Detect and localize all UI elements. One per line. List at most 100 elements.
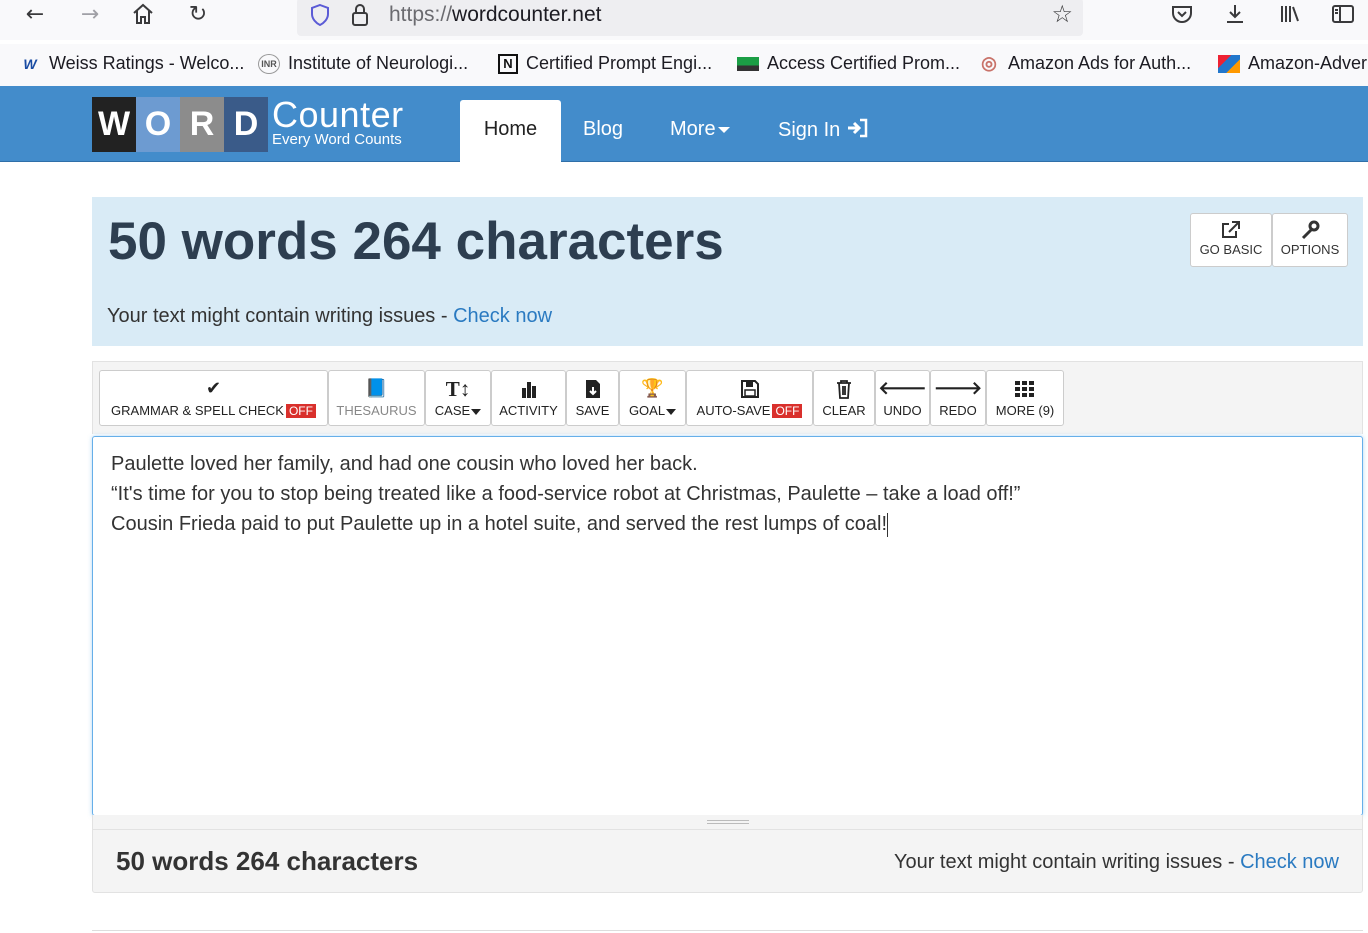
logo-text[interactable]: Counter Every Word Counts: [272, 94, 404, 148]
resize-handle[interactable]: [92, 815, 1363, 829]
bottom-check-now-link[interactable]: Check now: [1240, 851, 1339, 873]
bookmark-star-icon[interactable]: ☆: [1051, 0, 1073, 28]
checkmark-icon: ✔: [205, 378, 222, 399]
auto-save-label: AUTO-SAVE: [696, 403, 771, 418]
bookmark-amazon-adver[interactable]: Amazon-Adver: [1218, 53, 1367, 74]
thesaurus-button[interactable]: 📘 THESAURUS: [328, 370, 425, 426]
logo[interactable]: W O R D: [92, 97, 268, 152]
check-now-link[interactable]: Check now: [453, 305, 552, 327]
bottom-writing-issues: Your text might contain writing issues -…: [894, 851, 1339, 874]
nav-more[interactable]: More: [670, 118, 730, 141]
book-icon: 📘: [365, 378, 388, 399]
text-editor[interactable]: Paulette loved her family, and had one c…: [92, 436, 1363, 816]
lock-icon[interactable]: [351, 3, 369, 27]
bookmark-weiss[interactable]: W Weiss Ratings - Welco...: [19, 53, 244, 74]
more-tools-button[interactable]: MORE (9): [986, 370, 1064, 426]
reload-icon[interactable]: ↻: [185, 2, 211, 28]
bookmark-label: Institute of Neurologi...: [288, 53, 469, 73]
green-flag-icon: [737, 54, 759, 74]
browser-toolbar: ← → ↻ https://wordcounter.net ☆: [0, 0, 1368, 40]
logo-counter-text: Counter: [272, 94, 404, 135]
file-download-icon: [585, 380, 600, 398]
bottom-issues-label: Your text might contain writing issues -: [893, 851, 1241, 873]
library-icon[interactable]: [1277, 2, 1303, 28]
editor-line: Cousin Frieda paid to put Paulette up in…: [111, 513, 888, 535]
grid-icon: [1015, 381, 1034, 397]
bookmark-label: Amazon Ads for Auth...: [1008, 53, 1192, 73]
bottom-status-bar: 50 words 264 characters Your text might …: [92, 829, 1363, 893]
bookmark-label: Access Certified Prom...: [767, 53, 961, 73]
case-label: CASE: [434, 403, 471, 418]
pocket-icon[interactable]: [1169, 2, 1195, 28]
wrench-icon: [1301, 220, 1320, 240]
editor-toolbar: ✔ GRAMMAR & SPELL CHECK OFF 📘 THESAURUS T…: [92, 361, 1363, 434]
inr-icon: INR: [258, 53, 280, 74]
bar-chart-icon: [521, 382, 536, 398]
back-arrow-icon[interactable]: ←: [22, 2, 48, 28]
nav-signin[interactable]: Sign In: [778, 118, 868, 142]
bookmark-label: Amazon-Adver: [1248, 53, 1368, 73]
bookmark-label: Weiss Ratings - Welco...: [49, 53, 245, 73]
sign-in-icon: [847, 118, 868, 138]
trophy-icon: 🏆: [641, 378, 664, 399]
bottom-word-count: 50 words 264 characters: [116, 846, 419, 876]
activity-button[interactable]: ACTIVITY: [491, 370, 566, 426]
redo-button[interactable]: 🡒 REDO: [930, 370, 986, 426]
bookmark-neurology[interactable]: INR Institute of Neurologi...: [258, 53, 468, 74]
colorful-icon: [1218, 54, 1240, 74]
chevron-down-icon: [717, 126, 730, 133]
go-basic-button[interactable]: GO BASIC: [1190, 213, 1272, 267]
grip-icon: [707, 820, 749, 824]
nav-blog[interactable]: Blog: [583, 118, 623, 141]
editor-line: “It's time for you to stop being treated…: [111, 483, 1021, 505]
options-label: OPTIONS: [1280, 242, 1340, 257]
logo-letter: D: [224, 97, 268, 152]
trash-icon: [837, 380, 851, 399]
chevron-down-icon: [666, 408, 677, 415]
go-basic-label: GO BASIC: [1199, 242, 1263, 257]
goal-button[interactable]: 🏆 GOAL: [619, 370, 686, 426]
save-label: SAVE: [575, 403, 610, 418]
sidebar-icon[interactable]: [1330, 2, 1356, 28]
logo-tagline: Every Word Counts: [272, 131, 402, 148]
nav-home[interactable]: Home: [460, 100, 561, 162]
thesaurus-label: THESAURUS: [336, 403, 417, 418]
grammar-check-button[interactable]: ✔ GRAMMAR & SPELL CHECK OFF: [99, 370, 328, 426]
auto-save-button[interactable]: AUTO-SAVE OFF: [686, 370, 813, 426]
bookmark-amazon-ads[interactable]: ◎ Amazon Ads for Auth...: [978, 53, 1191, 74]
goal-label: GOAL: [628, 403, 666, 418]
wr-icon: W: [23, 55, 37, 72]
divider: [92, 930, 1363, 931]
undo-button[interactable]: 🡐 UNDO: [875, 370, 930, 426]
nav-more-label: More: [670, 118, 716, 140]
shield-icon[interactable]: [311, 4, 329, 26]
writing-issues-text: Your text might contain writing issues -…: [107, 305, 552, 328]
arrow-left-icon: 🡐: [878, 378, 927, 399]
more-tools-label: MORE (9): [995, 403, 1055, 418]
clear-button[interactable]: CLEAR: [813, 370, 875, 426]
download-icon[interactable]: [1222, 2, 1248, 28]
text-height-icon: T↕: [445, 377, 471, 401]
bookmarks-bar: W Weiss Ratings - Welco... INR Institute…: [0, 44, 1368, 86]
case-button[interactable]: T↕ CASE: [425, 370, 491, 426]
home-icon[interactable]: [130, 2, 156, 28]
site-header: W O R D Counter Every Word Counts Home B…: [0, 86, 1368, 162]
url-bar[interactable]: https://wordcounter.net ☆: [297, 0, 1083, 36]
forward-arrow-icon[interactable]: →: [77, 2, 103, 28]
options-button[interactable]: OPTIONS: [1272, 213, 1348, 267]
text-cursor: [887, 512, 889, 537]
badge-icon: ◎: [981, 53, 997, 73]
auto-save-off-badge: OFF: [772, 404, 803, 418]
bookmark-access-certified[interactable]: Access Certified Prom...: [737, 53, 960, 74]
issues-label: Your text might contain writing issues -: [107, 305, 454, 327]
bookmark-label: Certified Prompt Engi...: [526, 53, 713, 73]
activity-label: ACTIVITY: [499, 403, 558, 418]
save-button[interactable]: SAVE: [566, 370, 619, 426]
notion-icon: N: [498, 53, 518, 74]
logo-letter: W: [92, 97, 136, 152]
logo-letter: R: [180, 97, 224, 152]
external-link-icon: [1222, 221, 1240, 238]
bookmark-certified-prompt[interactable]: N Certified Prompt Engi...: [498, 53, 712, 74]
grammar-label: GRAMMAR & SPELL CHECK: [111, 403, 284, 418]
counter-panel: 50 words 264 characters Your text might …: [92, 197, 1363, 346]
